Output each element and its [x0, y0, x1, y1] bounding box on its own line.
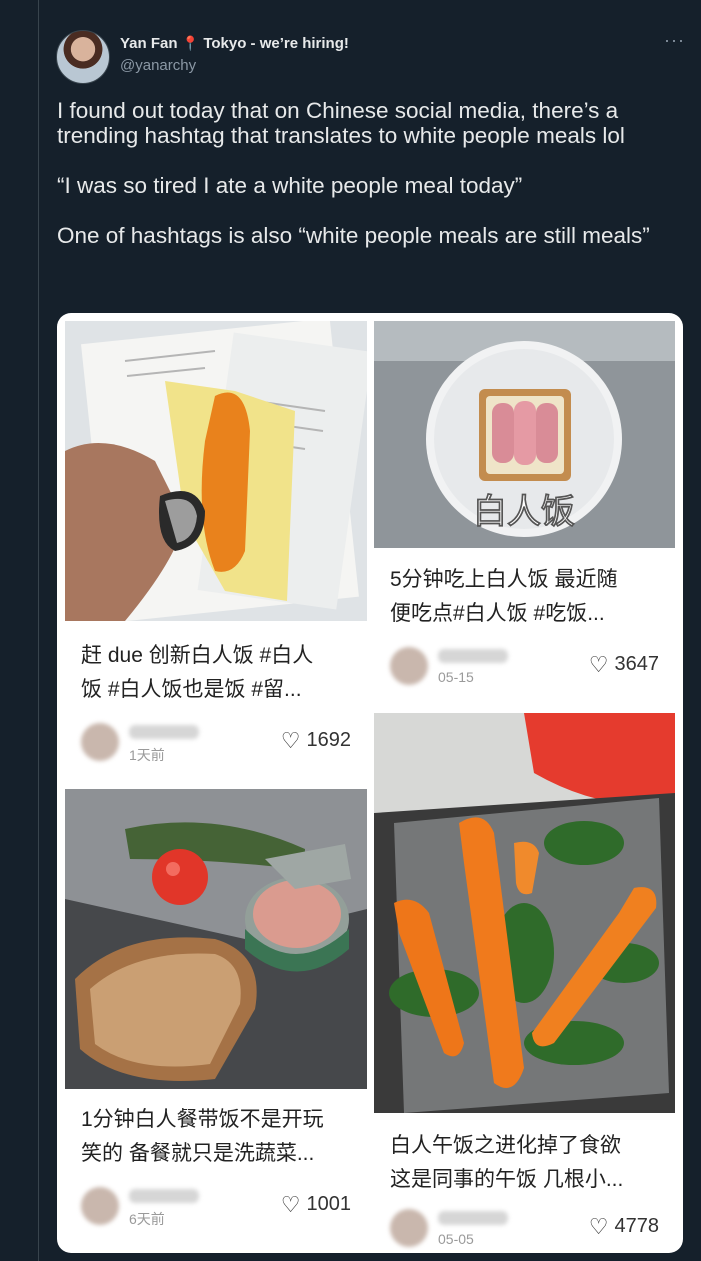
post-caption: 1分钟白人餐带饭不是开玩 笑的 备餐就只是洗蔬菜...	[81, 1103, 361, 1171]
like-button[interactable]: ♡ 4778	[589, 1215, 659, 1238]
username-blurred	[438, 649, 508, 663]
author-tagline: Tokyo - we’re hiring!	[203, 35, 349, 52]
post-caption: 白人午饭之进化掉了食欲 这是同事的午饭 几根小...	[390, 1129, 670, 1197]
post-meta: 05-15 ♡ 3647	[390, 647, 659, 691]
post-date: 1天前	[129, 747, 165, 763]
post-photo	[65, 321, 367, 621]
post-caption-line: 这是同事的午饭 几根小...	[390, 1168, 624, 1191]
like-count: 1001	[306, 1193, 352, 1215]
overlay-text: 白人饭	[473, 492, 575, 532]
post-caption-line: 1分钟白人餐带饭不是开玩	[81, 1108, 324, 1131]
feed-post-card[interactable]: 白人午饭之进化掉了食欲 这是同事的午饭 几根小... 05-05 ♡ 4778	[374, 713, 675, 1247]
post-meta: 1天前 ♡ 1692	[81, 723, 351, 767]
attached-image[interactable]: 赶 due 创新白人饭 #白人 饭 #白人饭也是饭 #留... 1天前 ♡ 16…	[57, 313, 683, 1253]
post-caption: 5分钟吃上白人饭 最近随 便吃点#白人饭 #吃饭...	[390, 563, 670, 631]
post-caption-line: 赶 due 创新白人饭 #白人	[81, 644, 314, 667]
heart-icon: ♡	[280, 1191, 301, 1217]
like-button[interactable]: ♡ 3647	[589, 653, 659, 676]
like-button[interactable]: ♡ 1001	[281, 1193, 351, 1216]
feed-post-card[interactable]: 1分钟白人餐带饭不是开玩 笑的 备餐就只是洗蔬菜... 6天前 ♡ 1001	[65, 789, 367, 1245]
author-name-row[interactable]: Yan Fan 📍 Tokyo - we’re hiring!	[120, 35, 349, 52]
post-date: 05-05	[438, 1231, 474, 1247]
tweet-paragraph: I found out today that on Chinese social…	[57, 98, 625, 148]
like-count: 3647	[614, 653, 660, 675]
post-photo	[374, 713, 675, 1113]
like-count: 1692	[306, 729, 352, 751]
heart-icon: ♡	[280, 727, 301, 753]
heart-icon: ♡	[588, 1213, 609, 1239]
tweet-text: I found out today that on Chinese social…	[57, 98, 687, 273]
avatar[interactable]	[56, 30, 110, 84]
more-options-icon[interactable]: ···	[664, 30, 685, 51]
feed-post-card[interactable]: 赶 due 创新白人饭 #白人 饭 #白人饭也是饭 #留... 1天前 ♡ 16…	[65, 321, 367, 781]
post-meta: 6天前 ♡ 1001	[81, 1187, 351, 1231]
post-caption-line: 笑的 备餐就只是洗蔬菜...	[81, 1142, 315, 1165]
author-name[interactable]: Yan Fan	[120, 35, 178, 52]
post-caption-line: 白人午饭之进化掉了食欲	[390, 1134, 621, 1157]
feed-post-card[interactable]: 白人饭 5分钟吃上白人饭 最近随 便吃点#白人饭 #吃饭... 05-15 ♡ …	[374, 321, 675, 705]
post-caption-line: 5分钟吃上白人饭 最近随	[390, 568, 618, 591]
post-date: 6天前	[129, 1211, 165, 1227]
username-blurred	[129, 725, 199, 739]
timeline-divider	[38, 0, 39, 1261]
like-count: 4778	[614, 1215, 660, 1237]
post-photo	[65, 789, 367, 1089]
like-button[interactable]: ♡ 1692	[281, 729, 351, 752]
tweet-paragraph: “I was so tired I ate a white people mea…	[57, 173, 523, 198]
user-avatar[interactable]	[390, 647, 428, 685]
pin-icon: 📍	[181, 35, 200, 51]
username-blurred	[129, 1189, 199, 1203]
username-blurred	[438, 1211, 508, 1225]
post-photo: 白人饭	[374, 321, 675, 548]
user-avatar[interactable]	[81, 1187, 119, 1225]
post-caption-line: 饭 #白人饭也是饭 #留...	[81, 678, 302, 701]
user-avatar[interactable]	[390, 1209, 428, 1247]
post-caption: 赶 due 创新白人饭 #白人 饭 #白人饭也是饭 #留...	[81, 639, 361, 707]
author-handle[interactable]: @yanarchy	[120, 57, 196, 74]
tweet-paragraph: One of hashtags is also “white people me…	[57, 223, 650, 248]
post-meta: 05-05 ♡ 4778	[390, 1209, 659, 1253]
user-avatar[interactable]	[81, 723, 119, 761]
post-caption-line: 便吃点#白人饭 #吃饭...	[390, 602, 605, 625]
post-date: 05-15	[438, 669, 474, 685]
heart-icon: ♡	[588, 651, 609, 677]
